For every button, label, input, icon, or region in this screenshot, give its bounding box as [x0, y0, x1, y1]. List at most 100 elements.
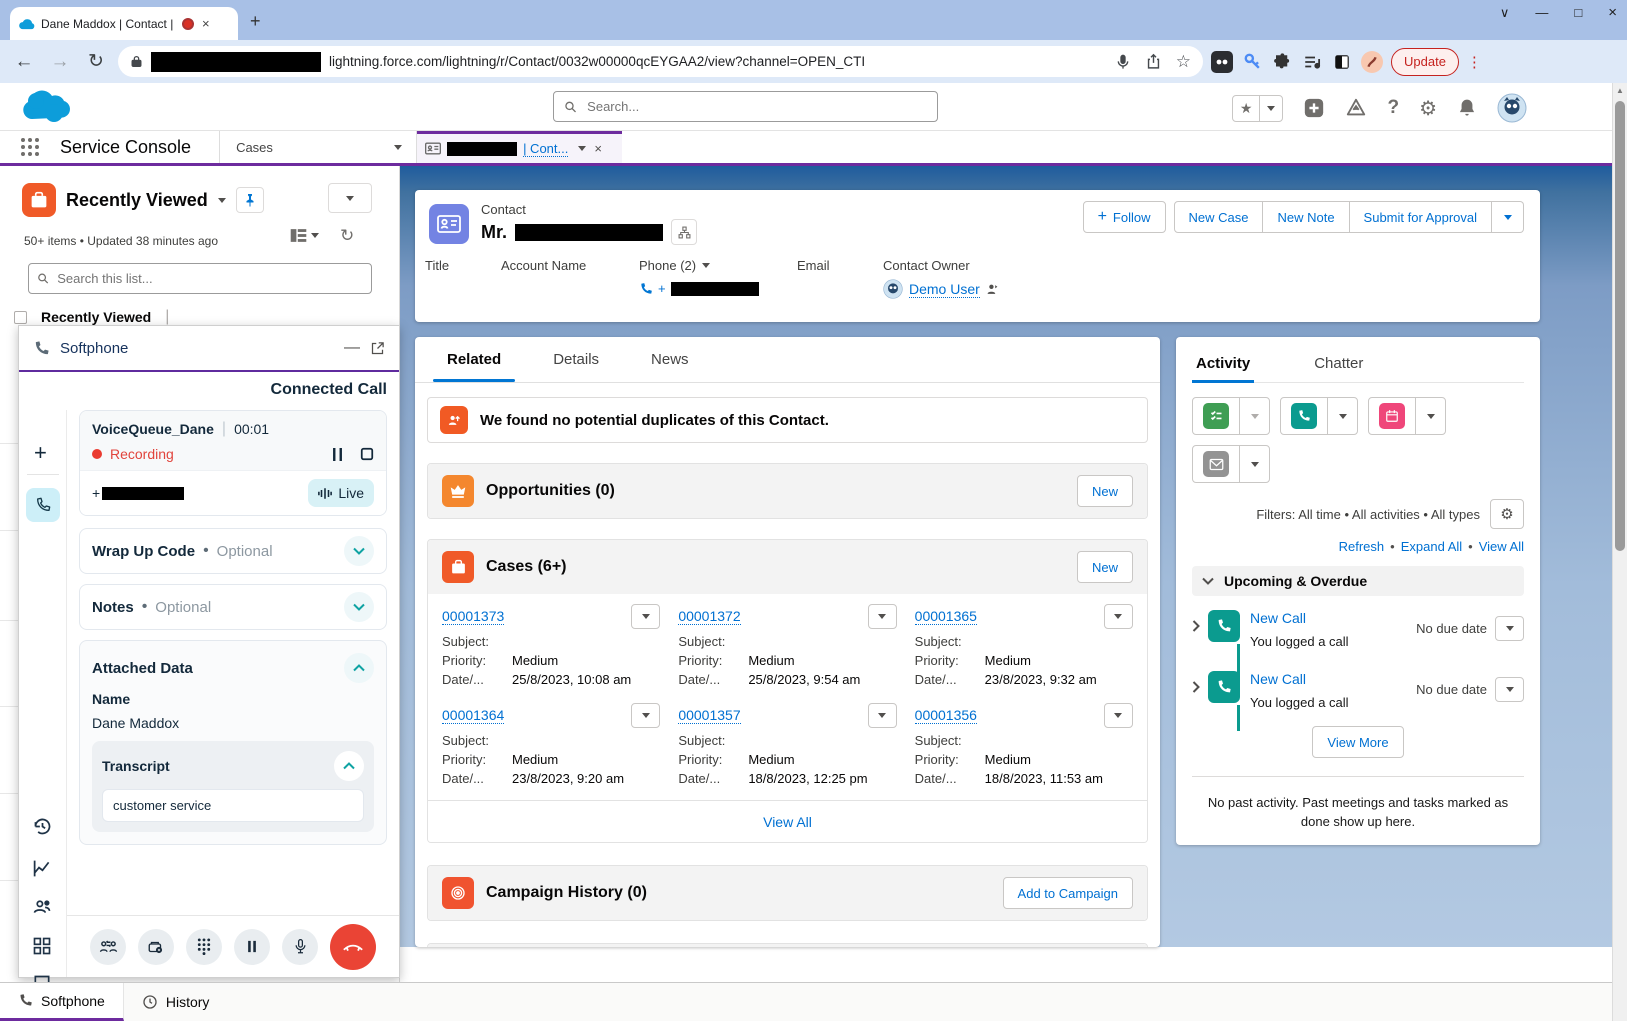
- collapse-chevron-icon[interactable]: [334, 751, 364, 781]
- expand-chevron-icon[interactable]: [344, 536, 374, 566]
- case-row-dropdown[interactable]: [1104, 703, 1133, 728]
- new-case-button[interactable]: New Case: [1174, 201, 1264, 233]
- expand-chevron-icon[interactable]: [1192, 681, 1200, 693]
- list-actions-dropdown[interactable]: [328, 183, 372, 213]
- extension-icon-1[interactable]: [1211, 51, 1233, 73]
- back-button[interactable]: ←: [10, 51, 38, 73]
- new-note-button[interactable]: New Note: [1263, 201, 1349, 233]
- submit-for-approval-button[interactable]: Submit for Approval: [1350, 201, 1492, 233]
- case-row-dropdown[interactable]: [868, 703, 897, 728]
- forward-button[interactable]: →: [46, 51, 74, 73]
- tab-chatter[interactable]: Chatter: [1310, 355, 1367, 382]
- case-row-dropdown[interactable]: [631, 703, 660, 728]
- device-icon[interactable]: [138, 929, 174, 965]
- hierarchy-icon[interactable]: [671, 219, 697, 245]
- nav-tab-contact[interactable]: | Cont... ×: [417, 131, 622, 163]
- reload-button[interactable]: ↻: [82, 50, 110, 73]
- case-row-dropdown[interactable]: [868, 604, 897, 629]
- notes-section[interactable]: Notes • Optional: [79, 584, 387, 630]
- profile-chevron-icon[interactable]: ∨: [1500, 5, 1510, 21]
- refresh-list-icon[interactable]: ↻: [340, 226, 354, 246]
- stop-recording-icon[interactable]: [360, 447, 374, 461]
- new-tab-button[interactable]: +: [250, 12, 261, 30]
- window-close-icon[interactable]: ×: [1608, 4, 1617, 21]
- mic-icon[interactable]: [1115, 53, 1131, 71]
- tab-close-icon[interactable]: ×: [594, 141, 602, 156]
- expand-chevron-icon[interactable]: [344, 592, 374, 622]
- activity-title-link[interactable]: New Call: [1250, 671, 1416, 687]
- extension-key-icon[interactable]: [1241, 51, 1263, 73]
- expand-chevron-icon[interactable]: [1192, 620, 1200, 632]
- campaign-header[interactable]: Campaign History (0) Add to Campaign: [428, 866, 1147, 920]
- share-icon[interactable]: [1145, 53, 1162, 70]
- wrap-up-code-section[interactable]: Wrap Up Code • Optional: [79, 528, 387, 574]
- contrast-extension-icon[interactable]: [1331, 51, 1353, 73]
- profile-avatar[interactable]: [1361, 51, 1383, 73]
- collapse-chevron-icon[interactable]: [344, 653, 374, 683]
- case-number-link[interactable]: 00001364: [442, 707, 504, 724]
- more-actions-dropdown[interactable]: [1492, 201, 1524, 233]
- event-dropdown[interactable]: [1415, 398, 1445, 434]
- help-icon[interactable]: ?: [1387, 97, 1399, 119]
- scrollbar-thumb[interactable]: [1615, 101, 1625, 551]
- end-call-button[interactable]: [330, 924, 376, 970]
- user-avatar[interactable]: [1497, 93, 1527, 123]
- window-maximize-icon[interactable]: □: [1574, 5, 1582, 20]
- view-more-button[interactable]: View More: [1312, 726, 1403, 758]
- owner-link[interactable]: Demo User: [909, 281, 980, 298]
- case-number-link[interactable]: 00001365: [915, 608, 977, 625]
- activity-title-link[interactable]: New Call: [1250, 610, 1416, 626]
- transfer-call-icon[interactable]: [90, 929, 126, 965]
- list-search-input[interactable]: [55, 270, 363, 287]
- analytics-icon[interactable]: [32, 858, 53, 879]
- update-button[interactable]: Update: [1391, 48, 1459, 76]
- tab-chevron-icon[interactable]: [578, 146, 586, 151]
- cases-header[interactable]: Cases (6+) New: [428, 540, 1147, 594]
- opportunities-header[interactable]: Opportunities (0) New: [428, 464, 1147, 518]
- log-call-dropdown[interactable]: [1327, 398, 1357, 434]
- favorites-button[interactable]: ★: [1232, 95, 1284, 122]
- tab-related[interactable]: Related: [421, 337, 527, 382]
- mute-mic-icon[interactable]: [282, 929, 318, 965]
- browser-tab[interactable]: Dane Maddox | Contact | Sal ×: [10, 7, 238, 40]
- view-all-link[interactable]: View All: [1479, 539, 1524, 554]
- list-search[interactable]: [28, 263, 372, 294]
- refresh-link[interactable]: Refresh: [1339, 539, 1385, 554]
- cases-view-all-link[interactable]: View All: [763, 814, 812, 830]
- popout-icon[interactable]: [370, 341, 385, 356]
- case-row-dropdown[interactable]: [1104, 604, 1133, 629]
- activity-settings-gear-icon[interactable]: ⚙: [1490, 499, 1524, 529]
- add-to-campaign-button[interactable]: Add to Campaign: [1003, 877, 1133, 909]
- list-view-selector-icon[interactable]: [218, 198, 226, 203]
- global-actions-icon[interactable]: [1303, 97, 1325, 119]
- task-dropdown[interactable]: [1239, 398, 1269, 434]
- tab-news[interactable]: News: [625, 337, 715, 382]
- activity-dropdown[interactable]: [1495, 677, 1524, 702]
- tab-details[interactable]: Details: [527, 337, 625, 382]
- extensions-puzzle-icon[interactable]: [1271, 51, 1293, 73]
- pause-recording-icon[interactable]: [331, 447, 344, 462]
- setup-gear-icon[interactable]: ⚙: [1419, 96, 1437, 121]
- cases-tab-chevron-icon[interactable]: [380, 131, 416, 163]
- rail-phone-icon[interactable]: [26, 488, 60, 522]
- tab-close-icon[interactable]: ×: [202, 16, 210, 31]
- app-launcher-waffle-icon[interactable]: [0, 131, 60, 163]
- upcoming-overdue-section[interactable]: Upcoming & Overdue: [1192, 566, 1524, 596]
- display-settings-icon[interactable]: [290, 228, 319, 243]
- transcript-value[interactable]: customer service: [102, 789, 364, 822]
- minimize-icon[interactable]: —: [344, 339, 360, 357]
- new-opportunity-button[interactable]: New: [1077, 475, 1133, 507]
- address-bar[interactable]: lightning.force.com/lightning/r/Contact/…: [118, 46, 1203, 77]
- case-row-dropdown[interactable]: [631, 604, 660, 629]
- utility-softphone-tab[interactable]: Softphone: [0, 983, 124, 1021]
- row-checkbox[interactable]: [14, 311, 27, 324]
- favorite-star-icon[interactable]: ★: [1233, 96, 1260, 121]
- global-search-input[interactable]: [585, 98, 927, 115]
- apps-grid-icon[interactable]: [32, 936, 52, 956]
- media-queue-icon[interactable]: [1301, 51, 1323, 73]
- nav-tab-cases[interactable]: Cases: [220, 131, 380, 163]
- case-number-link[interactable]: 00001357: [678, 707, 740, 724]
- global-search[interactable]: [553, 91, 938, 122]
- dialpad-icon[interactable]: [186, 929, 222, 965]
- history-icon[interactable]: [32, 816, 53, 837]
